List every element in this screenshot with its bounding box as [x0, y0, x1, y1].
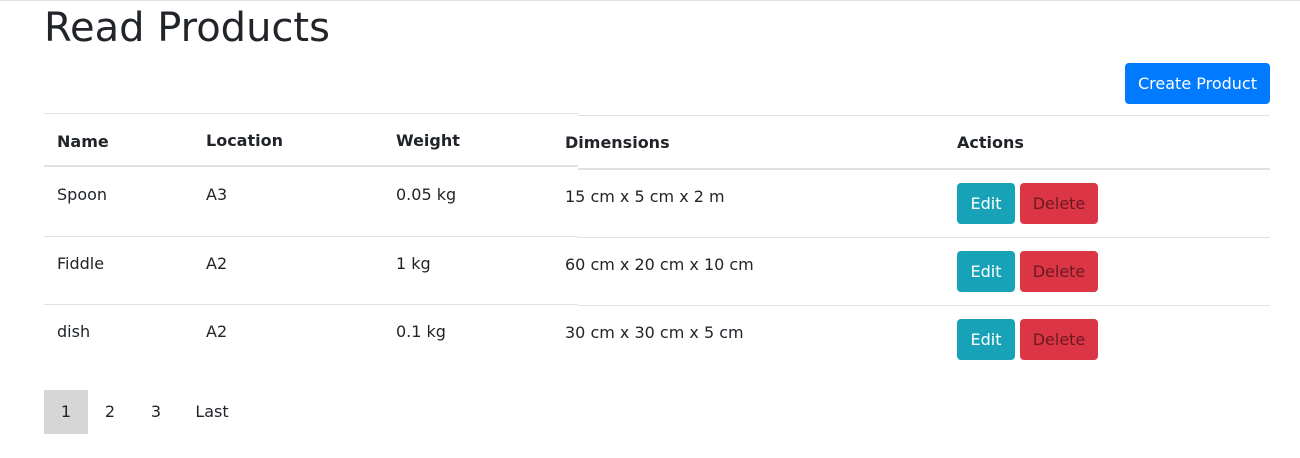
- delete-button[interactable]: Delete: [1020, 319, 1098, 360]
- cell-weight: 0.1 kg: [396, 322, 446, 341]
- edit-button[interactable]: Edit: [957, 183, 1015, 224]
- delete-button[interactable]: Delete: [1020, 251, 1098, 292]
- delete-button[interactable]: Delete: [1020, 183, 1098, 224]
- top-divider: [0, 0, 1300, 1]
- cell-location: A2: [206, 322, 228, 341]
- row-border-left: [44, 236, 578, 237]
- header-border-right: [578, 168, 1270, 170]
- table-top-border-right: [578, 115, 1270, 116]
- page-1-link[interactable]: 1: [44, 390, 88, 434]
- header-weight: Weight: [396, 131, 460, 150]
- cell-name: Fiddle: [57, 254, 105, 273]
- cell-location: A3: [206, 185, 228, 204]
- row-border-right: [578, 237, 1270, 238]
- table-top-border-left: [44, 113, 578, 114]
- cell-name: Spoon: [57, 185, 108, 204]
- page-2-link[interactable]: 2: [88, 390, 132, 434]
- cell-dimensions: 60 cm x 20 cm x 10 cm: [565, 255, 754, 274]
- cell-location: A2: [206, 254, 228, 273]
- cell-dimensions: 15 cm x 5 cm x 2 m: [565, 187, 725, 206]
- cell-weight: 0.05 kg: [396, 185, 457, 204]
- cell-name: dish: [57, 322, 91, 341]
- header-location: Location: [206, 131, 283, 150]
- edit-button[interactable]: Edit: [957, 319, 1015, 360]
- row-border-right: [578, 305, 1270, 306]
- header-actions: Actions: [957, 133, 1024, 152]
- header-name: Name: [57, 132, 109, 151]
- edit-button[interactable]: Edit: [957, 251, 1015, 292]
- cell-weight: 1 kg: [396, 254, 431, 273]
- header-dimensions: Dimensions: [565, 133, 670, 152]
- create-product-button[interactable]: Create Product: [1125, 63, 1270, 104]
- row-border-left: [44, 304, 578, 305]
- cell-dimensions: 30 cm x 30 cm x 5 cm: [565, 323, 744, 342]
- page-3-link[interactable]: 3: [134, 390, 178, 434]
- page-title: Read Products: [44, 5, 330, 51]
- page-last-link[interactable]: Last: [184, 390, 240, 434]
- header-border-left: [44, 165, 578, 167]
